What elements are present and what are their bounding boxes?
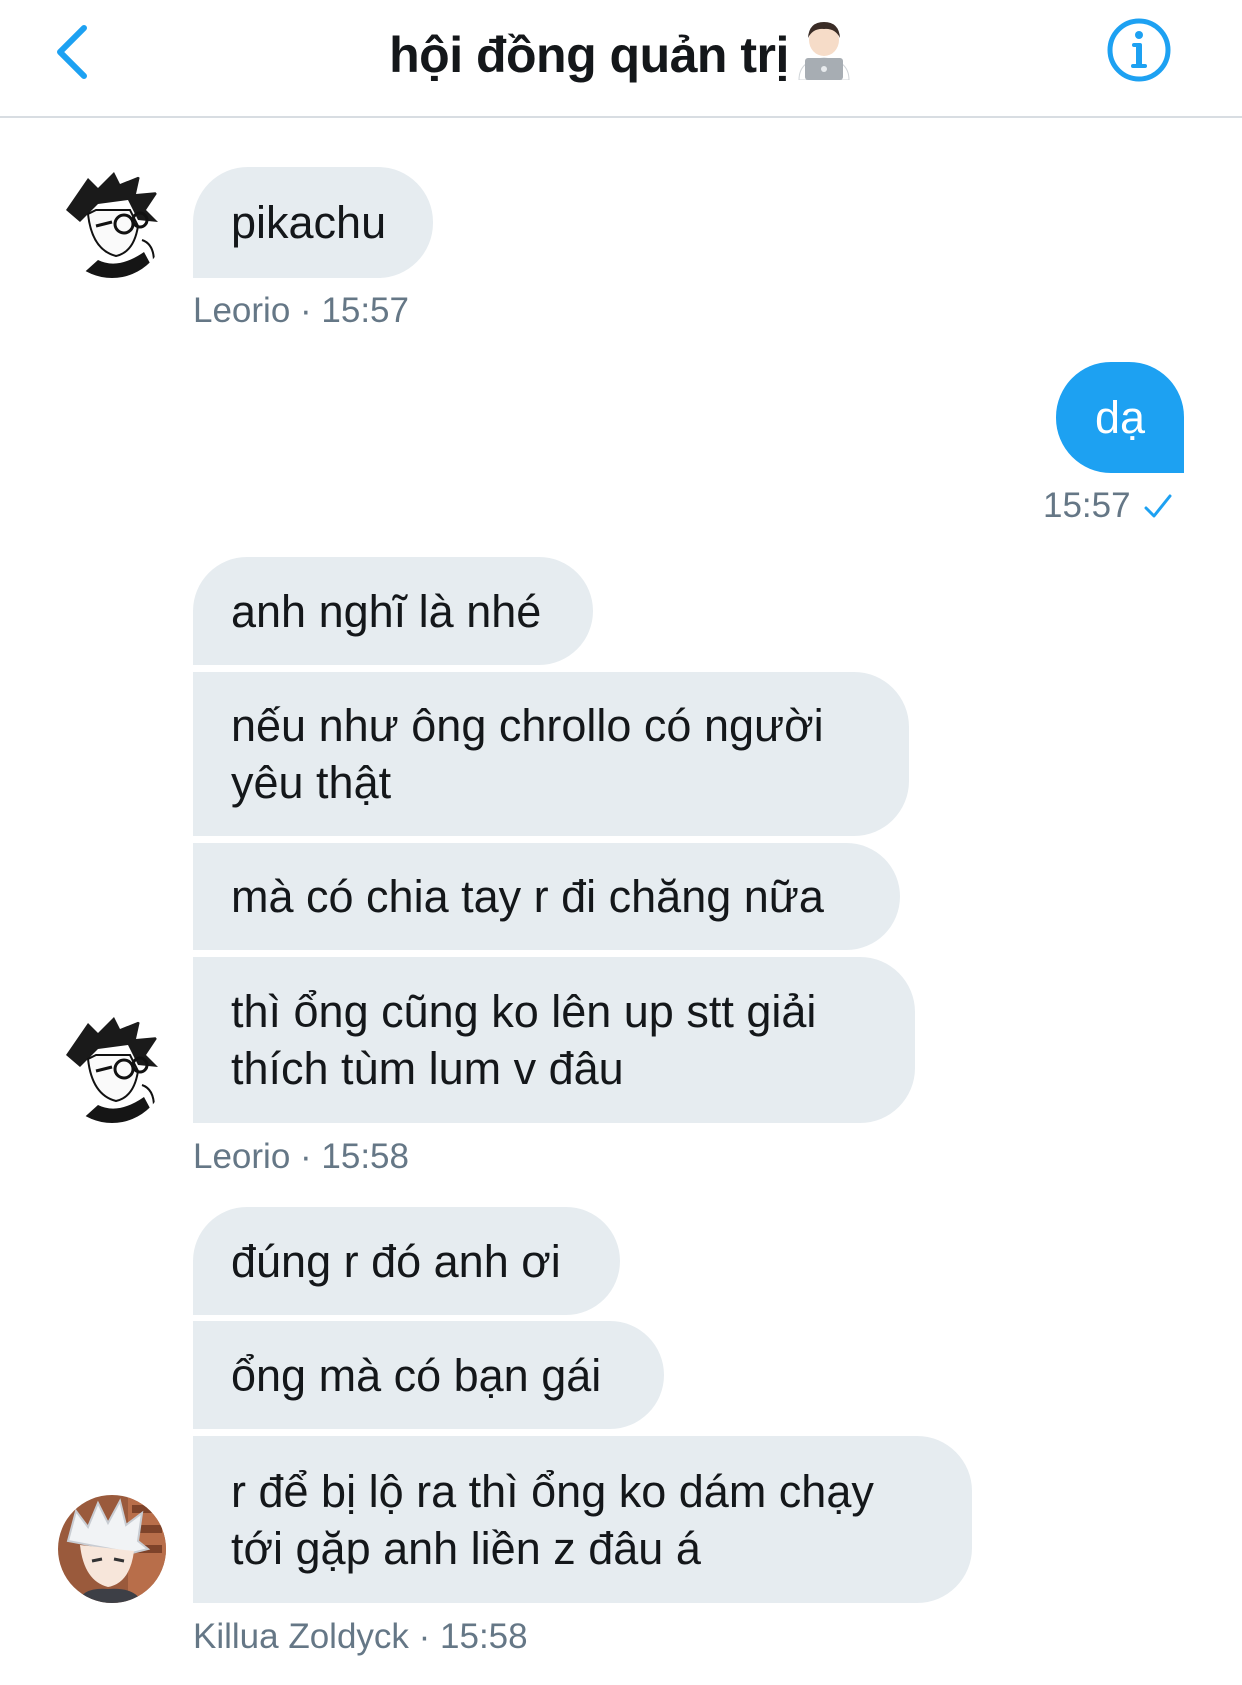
message-text-line: thì ổng cũng ko lên up stt giải [231, 986, 817, 1037]
leorio-avatar[interactable] [58, 1015, 166, 1123]
message-text: ổng mà có bạn gái [231, 1349, 602, 1401]
message-bubble[interactable]: đúng r đó anh ơi [193, 1207, 620, 1315]
message-meta: Leorio · 15:57 [193, 291, 409, 330]
message-text-line: r để bị lộ ra thì ổng ko dám chạy [231, 1465, 874, 1517]
message-text: dạ [1094, 391, 1146, 443]
info-button[interactable] [1105, 16, 1173, 84]
message-text: anh nghĩ là nhé [231, 585, 542, 637]
message-bubble[interactable]: ổng mà có bạn gái [193, 1321, 664, 1429]
message-bubble[interactable]: r để bị lộ ra thì ổng ko dám chạy tới gặ… [193, 1436, 972, 1603]
message-text-line: thích tùm lum v đâu [231, 1043, 624, 1094]
message-text: pikachu [231, 197, 387, 248]
message-text: mà có chia tay r đi chăng nữa [231, 871, 824, 922]
message-text-line: nếu như ông chrollo có người [231, 700, 824, 751]
message-bubble[interactable]: thì ổng cũng ko lên up stt giải thích tù… [193, 957, 915, 1123]
message-bubble[interactable]: nếu như ông chrollo có người yêu thật [193, 672, 909, 836]
message-text: đúng r đó anh ơi [231, 1235, 561, 1287]
killua-avatar[interactable] [58, 1495, 166, 1603]
message-bubble[interactable]: anh nghĩ là nhé [193, 557, 593, 665]
checkmark-icon [1143, 490, 1173, 530]
conversation-header: hội đồng quản trị [0, 0, 1242, 118]
leorio-avatar[interactable] [58, 170, 166, 278]
outgoing-message-bubble[interactable]: dạ [1056, 362, 1184, 473]
conversation-title: hội đồng quản trị [0, 18, 1242, 92]
message-bubble[interactable]: pikachu [193, 167, 433, 278]
message-text-line: yêu thật [231, 757, 392, 808]
message-meta: Killua Zoldyck · 15:58 [193, 1617, 528, 1656]
message-time: 15:57 [1043, 486, 1131, 525]
conversation-title-text: hội đồng quản trị [389, 27, 789, 83]
info-icon [1107, 18, 1171, 82]
message-meta: Leorio · 15:58 [193, 1137, 409, 1176]
message-text-line: tới gặp anh liền z đâu á [231, 1522, 701, 1574]
technologist-emoji-icon [795, 18, 853, 92]
outgoing-message-meta: 15:57 [1043, 486, 1173, 530]
message-bubble[interactable]: mà có chia tay r đi chăng nữa [193, 843, 900, 950]
